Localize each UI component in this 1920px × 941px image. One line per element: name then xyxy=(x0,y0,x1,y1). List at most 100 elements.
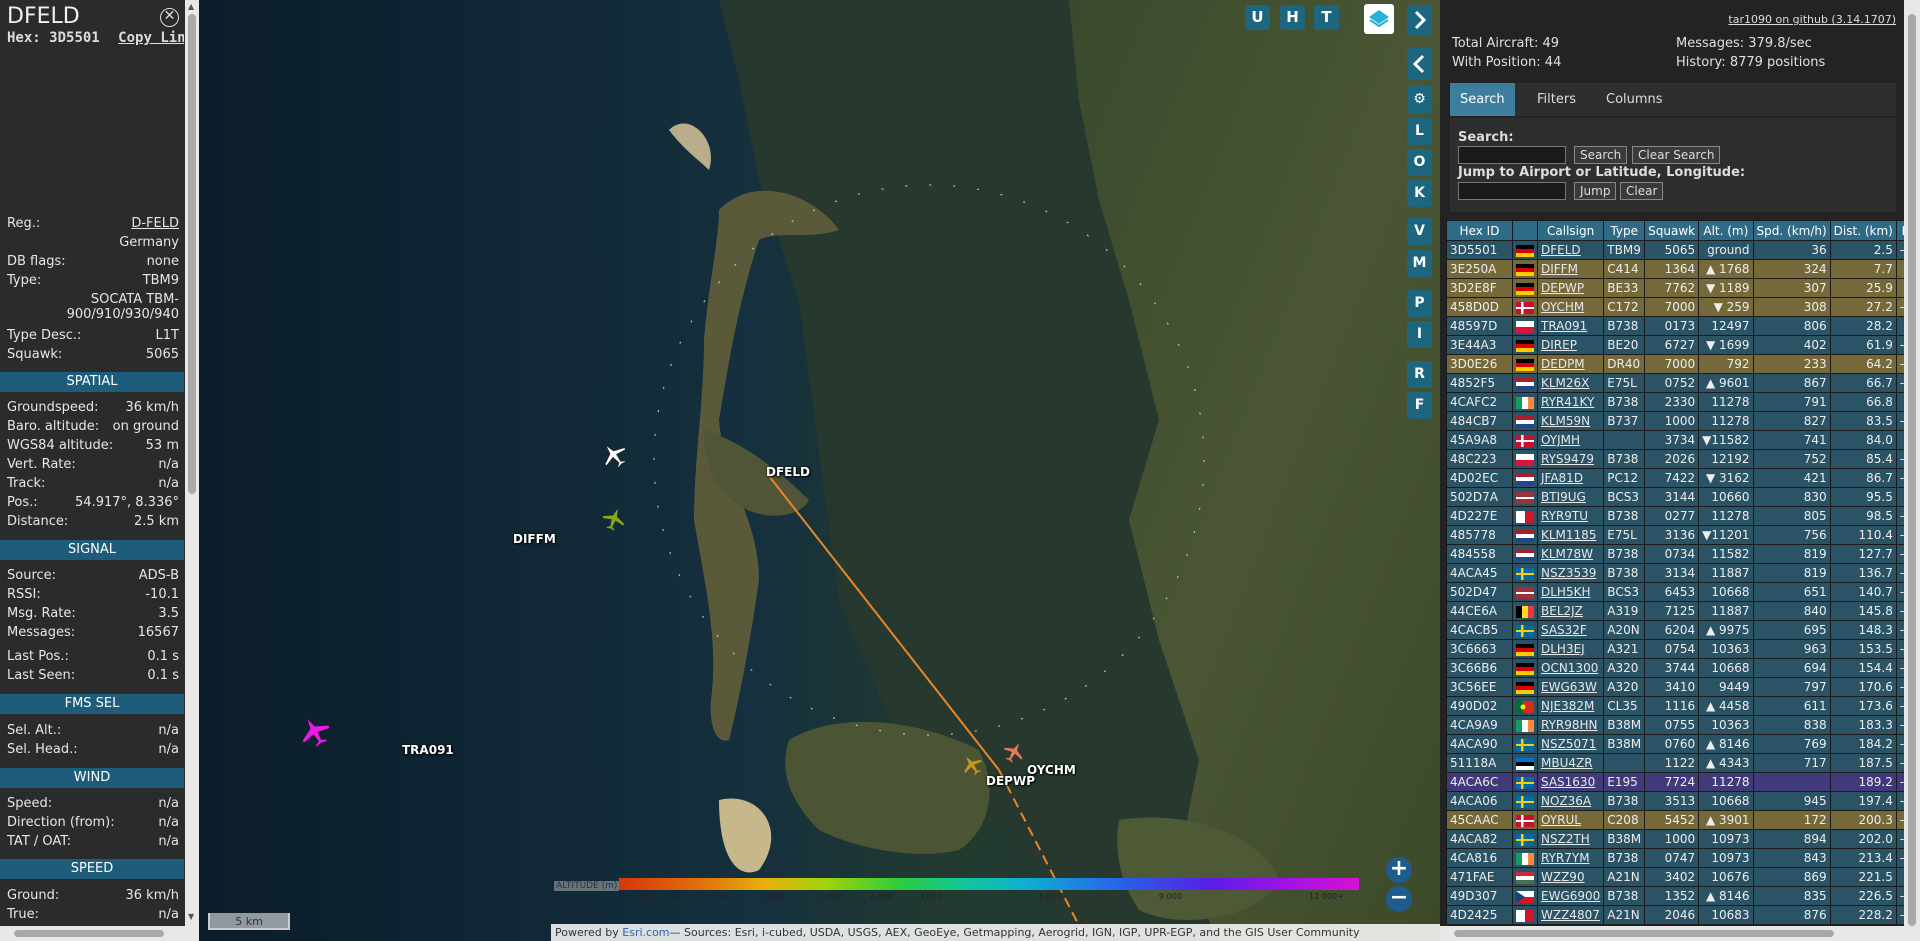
callsign-cell[interactable]: NSZ5071 xyxy=(1536,734,1605,754)
table-row[interactable]: 484CB7KLM59NB73710001127882783.5-13 xyxy=(1446,411,1920,431)
copy-link[interactable]: Copy Link xyxy=(118,30,184,46)
callsign-cell[interactable]: DLH3EJ xyxy=(1536,639,1605,659)
aircraft-label-dfeld[interactable]: DFELD xyxy=(766,465,810,479)
table-row[interactable]: 3C56EEEWG63WA32034109449797170.6-19 xyxy=(1446,677,1920,697)
fms-header[interactable]: FMS SEL xyxy=(0,694,184,714)
callsign-cell[interactable]: DLH5KH xyxy=(1536,582,1605,602)
table-row[interactable]: 4CACB5SAS32FA20N6204▲ 9975695148.3-19 xyxy=(1446,620,1920,640)
table-row[interactable]: 4CA9A9RYR98HNB38M075510363838183.3-22 xyxy=(1446,715,1920,735)
right-hscroll-thumb[interactable] xyxy=(1454,930,1834,937)
left-scroll-thumb[interactable] xyxy=(188,14,196,494)
table-row[interactable]: 4D02ECJFA81DPC127422▼ 316242186.7-16 xyxy=(1446,468,1920,488)
callsign-cell[interactable]: KLM26X xyxy=(1536,373,1605,393)
callsign-cell[interactable]: KLM1185 xyxy=(1536,525,1605,545)
table-row[interactable]: 4D2425WZZ4807A21N204610683876228.2-22 xyxy=(1446,905,1920,925)
callsign-cell[interactable]: DIFFM xyxy=(1536,259,1605,279)
callsign-cell[interactable]: MBU4ZR xyxy=(1536,753,1605,773)
toggle-t-button[interactable]: T xyxy=(1314,5,1339,30)
table-row[interactable]: 484558KLM78WB738073411582819127.7-21 xyxy=(1446,544,1920,564)
signal-header[interactable]: SIGNAL xyxy=(0,540,184,560)
aircraft-depwp-icon[interactable] xyxy=(960,753,984,777)
column-header[interactable]: Dist. (km) xyxy=(1829,220,1897,241)
callsign-cell[interactable]: TRA091 xyxy=(1536,316,1605,336)
table-row[interactable]: 471FAEWZZ90A21N340210676869221.5-9 xyxy=(1446,867,1920,887)
table-row[interactable]: 3C6663DLH3EJA321075410363963153.5-17 xyxy=(1446,639,1920,659)
tab-filters[interactable]: Filters xyxy=(1527,83,1586,116)
callsign-cell[interactable]: RYR7YM xyxy=(1536,848,1605,868)
callsign-cell[interactable]: BEL2JZ xyxy=(1536,601,1605,621)
side-button-v[interactable]: V xyxy=(1407,218,1432,245)
table-row[interactable]: 3D2E8FDEPWPBE337762▼ 118930725.9-6 xyxy=(1446,278,1920,298)
table-row[interactable]: 490D02NJE382MCL351116▲ 4458611173.6-23 xyxy=(1446,696,1920,716)
zoom-in-button[interactable]: + xyxy=(1386,857,1412,883)
zoom-out-button[interactable]: − xyxy=(1386,886,1412,912)
callsign-cell[interactable]: KLM59N xyxy=(1536,411,1605,431)
callsign-cell[interactable]: DEPWP xyxy=(1536,278,1605,298)
callsign-cell[interactable]: BTI9UG xyxy=(1536,487,1605,507)
table-row[interactable]: 502D47DLH5KHBCS3645310668651140.7-20 xyxy=(1446,582,1920,602)
left-hscroll-thumb[interactable] xyxy=(14,930,164,937)
callsign-cell[interactable]: DEDPM xyxy=(1536,354,1605,374)
table-row[interactable]: 48C223RYS9479B73820261219275285.4-19 xyxy=(1446,449,1920,469)
side-button-o[interactable]: O xyxy=(1407,149,1432,176)
table-row[interactable]: 48597DTRA091B73801731249780628.2-3 xyxy=(1446,316,1920,336)
wind-header[interactable]: WIND xyxy=(0,768,184,788)
right-horizontal-scrollbar[interactable] xyxy=(1440,926,1904,941)
aircraft-label-tra091[interactable]: TRA091 xyxy=(402,743,454,757)
table-row[interactable]: 45A9A8OYJMH3734▼1158274184.0-7 xyxy=(1446,430,1920,450)
table-row[interactable]: 4CA816RYR7YMB738074710973843213.4-20 xyxy=(1446,848,1920,868)
table-row[interactable]: 458D0DOYCHMC1727000▼ 25930827.2-20 xyxy=(1446,297,1920,317)
table-row[interactable]: 3C66B6OCN1300A320374410668694154.4-13 xyxy=(1446,658,1920,678)
tab-search[interactable]: Search xyxy=(1450,83,1515,116)
callsign-cell[interactable]: OCN1300 xyxy=(1536,658,1605,678)
table-row[interactable]: 4ACA6CSAS1630E195772411278189.2-23 xyxy=(1446,772,1920,792)
callsign-cell[interactable]: RYR41KY xyxy=(1536,392,1605,412)
side-button-r[interactable]: R xyxy=(1407,361,1432,388)
aircraft-oychm-icon[interactable] xyxy=(1002,740,1026,764)
callsign-cell[interactable]: RYR9TU xyxy=(1536,506,1605,526)
table-row[interactable]: 3D0E26DEDPMDR40700079223364.2-19 xyxy=(1446,354,1920,374)
github-link[interactable]: tar1090 on github (3.14.1707) xyxy=(1728,13,1896,26)
callsign-cell[interactable]: WZZ90 xyxy=(1536,867,1605,887)
callsign-cell[interactable]: RYS9479 xyxy=(1536,449,1605,469)
column-header[interactable]: Callsign xyxy=(1536,220,1605,241)
column-header[interactable]: Squawk xyxy=(1644,220,1700,241)
callsign-cell[interactable]: DFELD xyxy=(1536,240,1605,260)
toggle-h-button[interactable]: H xyxy=(1280,5,1305,30)
aircraft-label-depwp[interactable]: DEPWP xyxy=(986,774,1035,788)
callsign-cell[interactable]: SAS32F xyxy=(1536,620,1605,640)
tab-columns[interactable]: Columns xyxy=(1596,83,1673,116)
settings-button[interactable]: ⚙ xyxy=(1407,86,1432,113)
table-row[interactable]: 51118AMBU4ZR1122▲ 4343717187.5-18 xyxy=(1446,753,1920,773)
scroll-down-icon[interactable]: ▼ xyxy=(188,912,194,922)
side-button-p[interactable]: P xyxy=(1407,290,1432,317)
esri-link[interactable]: Esri.com xyxy=(622,926,669,939)
callsign-cell[interactable]: WZZ4807 xyxy=(1536,905,1605,925)
right-scroll-thumb[interactable] xyxy=(1908,14,1916,926)
side-button-k[interactable]: K xyxy=(1407,180,1432,207)
callsign-cell[interactable]: OYCHM xyxy=(1536,297,1605,317)
column-header[interactable]: Type xyxy=(1603,220,1646,241)
aircraft-tra091-icon[interactable] xyxy=(299,716,331,748)
toggle-u-button[interactable]: U xyxy=(1245,5,1270,30)
right-vertical-scrollbar[interactable] xyxy=(1904,0,1920,941)
scroll-up-icon[interactable]: ▲ xyxy=(188,2,194,12)
jump-input[interactable] xyxy=(1458,182,1566,200)
callsign-cell[interactable]: KLM78W xyxy=(1536,544,1605,564)
close-icon[interactable]: ✕ xyxy=(160,8,179,27)
callsign-cell[interactable]: JFA81D xyxy=(1536,468,1605,488)
search-button[interactable]: Search xyxy=(1574,146,1628,164)
table-row[interactable]: 4852F5KLM26XE75L0752▲ 960186766.7-17 xyxy=(1446,373,1920,393)
search-input[interactable] xyxy=(1458,146,1566,164)
table-row[interactable]: 4ACA90NSZ5071B38M0760▲ 8146769184.2-16 xyxy=(1446,734,1920,754)
side-button-f[interactable]: F xyxy=(1407,392,1432,419)
table-row[interactable]: 49D307EWG6900B7381352▲ 8146835226.5-11 xyxy=(1446,886,1920,906)
map-view[interactable]: DIFFM DFELD TRA091 OYCHM DEPWP U H T ⚙ L… xyxy=(199,0,1440,941)
table-row[interactable]: 485778KLM1185E75L3136▼11201756110.4-21 xyxy=(1446,525,1920,545)
table-row[interactable]: 3E250ADIFFMC4141364▲ 17683247.7-2 xyxy=(1446,259,1920,279)
column-header[interactable]: Hex ID xyxy=(1446,220,1513,241)
back-button[interactable] xyxy=(1407,48,1432,80)
spatial-header[interactable]: SPATIAL xyxy=(0,372,184,392)
jump-button[interactable]: Jump xyxy=(1574,182,1617,200)
callsign-cell[interactable]: NJE382M xyxy=(1536,696,1605,716)
